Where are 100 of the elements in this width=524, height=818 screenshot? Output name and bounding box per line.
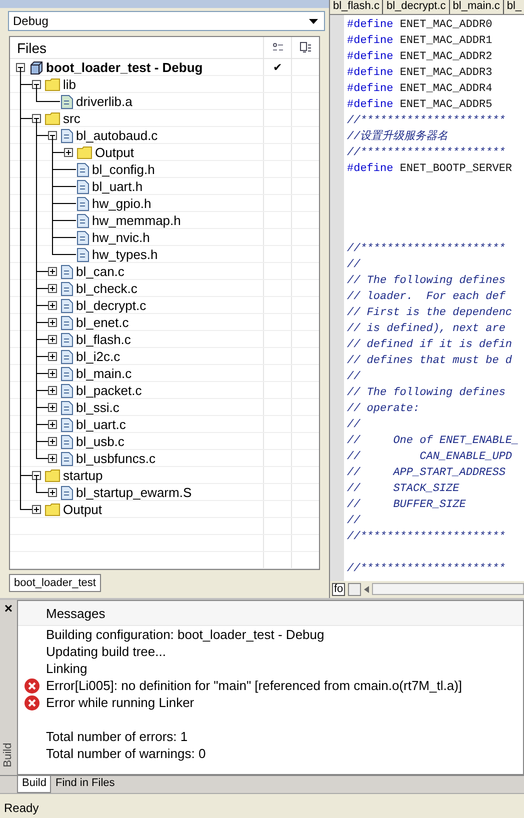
tree-item[interactable]: Output	[95, 145, 134, 160]
code-comment: // loader. For each def	[347, 290, 507, 305]
tree-item[interactable]: bl_flash.c	[76, 332, 131, 347]
file-icon	[77, 180, 89, 194]
tree-item[interactable]: Output	[63, 502, 102, 517]
file-icon	[61, 400, 73, 414]
tree-item[interactable]: driverlib.a	[76, 94, 132, 109]
expand-toggle[interactable]	[48, 284, 57, 293]
scroll-left-icon[interactable]	[364, 586, 370, 592]
file-tab[interactable]: bl_	[504, 0, 524, 14]
tree-item[interactable]: boot_loader_test - Debug	[46, 60, 203, 75]
tree-item[interactable]: bl_packet.c	[76, 383, 142, 398]
caret-icon	[309, 18, 318, 24]
code-comment: //设置升级服务器名	[347, 129, 450, 145]
function-button[interactable]: fo	[332, 582, 346, 596]
tree-item[interactable]: src	[63, 111, 80, 126]
file-icon	[77, 214, 89, 228]
panel-tab[interactable]: Find in Files	[51, 776, 119, 793]
tree-item[interactable]: bl_uart.h	[92, 179, 143, 194]
collapse-toggle[interactable]	[48, 131, 57, 140]
file-tab[interactable]: bl_decrypt.c	[383, 0, 450, 14]
tree-item[interactable]: bl_i2c.c	[76, 349, 120, 364]
folder-icon	[45, 78, 60, 91]
tree-item[interactable]: bl_startup_ewarm.S	[76, 485, 192, 500]
file-tab[interactable]: bl_main.c	[450, 0, 504, 14]
tree-item[interactable]: hw_nvic.h	[92, 230, 150, 245]
code-comment: // First is the dependenc	[347, 306, 514, 321]
column-header: Files	[16, 40, 48, 56]
expand-toggle[interactable]	[48, 403, 57, 412]
folder-icon	[45, 469, 60, 482]
code-comment: // defined if it is defin	[347, 338, 514, 353]
file-icon	[61, 332, 73, 346]
tree-item[interactable]: bl_config.h	[92, 162, 155, 177]
summary-text: Total number of warnings: 0	[46, 746, 206, 761]
build-message[interactable]: Updating build tree...	[46, 644, 166, 659]
panel-label: Build	[2, 742, 14, 768]
expand-toggle[interactable]	[48, 488, 57, 497]
collapse-toggle[interactable]	[32, 471, 41, 480]
file-tab[interactable]: bl_flash.c	[330, 0, 384, 14]
tree-item[interactable]: bl_check.c	[76, 281, 138, 296]
code-comment: //**********************	[347, 114, 506, 129]
build-message[interactable]: Building configuration: boot_loader_test - Debug	[46, 627, 324, 642]
expand-toggle[interactable]	[48, 386, 57, 395]
expand-toggle[interactable]	[48, 369, 57, 378]
expand-toggle[interactable]	[48, 318, 57, 327]
code-comment: //**********************	[347, 146, 506, 161]
toggle-button[interactable]	[348, 582, 362, 596]
code-comment: // One of ENET_ENABLE_	[347, 434, 519, 449]
file-icon	[77, 196, 89, 210]
tree-item[interactable]: bl_can.c	[76, 264, 124, 279]
tree-item[interactable]: bl_usb.c	[76, 434, 124, 449]
tree-item[interactable]: bl_usbfuncs.c	[76, 451, 156, 466]
tree-item[interactable]: bl_main.c	[76, 366, 132, 381]
tree-item[interactable]: hw_types.h	[92, 247, 158, 262]
file-icon	[61, 434, 73, 448]
expand-toggle[interactable]	[48, 454, 57, 463]
close-button[interactable]: ×	[4, 600, 13, 616]
collapse-toggle[interactable]	[32, 80, 41, 89]
code-comment: //**********************	[347, 562, 506, 577]
configuration-dropdown[interactable]: Debug	[8, 11, 325, 31]
tree-item[interactable]: startup	[63, 468, 103, 483]
expand-toggle[interactable]	[32, 505, 41, 514]
expand-toggle[interactable]	[48, 352, 57, 361]
code-comment: // APP_START_ADDRESS	[347, 466, 506, 481]
code-comment: // defines that must be d	[347, 354, 514, 369]
tree-item[interactable]: bl_ssi.c	[76, 400, 120, 415]
collapse-toggle[interactable]	[32, 114, 41, 123]
folder-icon	[45, 503, 60, 516]
expand-toggle[interactable]	[48, 437, 57, 446]
file-icon	[61, 94, 73, 108]
file-icon	[61, 128, 73, 142]
expand-toggle[interactable]	[48, 335, 57, 344]
code-comment: // CAN_ENABLE_UPD	[347, 450, 514, 465]
build-message[interactable]: Error while running Linker	[46, 695, 194, 710]
build-message[interactable]: Error[Li005]: no definition for "main" [referenced from cmain.o(rt7M_tl.a)]	[46, 678, 462, 693]
file-icon	[77, 230, 89, 244]
tree-item[interactable]: hw_memmap.h	[92, 213, 181, 228]
expand-toggle[interactable]	[48, 267, 57, 276]
tree-item[interactable]: bl_enet.c	[76, 315, 129, 330]
tree-item[interactable]: bl_uart.c	[76, 417, 126, 432]
panel-tab[interactable]: Build	[17, 776, 52, 793]
code-comment: //	[347, 514, 362, 529]
tree-item[interactable]: bl_autobaud.c	[76, 128, 158, 143]
file-icon	[61, 366, 73, 380]
horizontal-scrollbar[interactable]	[372, 583, 524, 595]
file-icon	[61, 298, 73, 312]
collapse-toggle[interactable]	[16, 63, 25, 72]
tree-item[interactable]: lib	[63, 77, 76, 92]
expand-toggle[interactable]	[64, 148, 73, 157]
build-message[interactable]: Linking	[46, 661, 88, 676]
file-icon	[61, 350, 73, 364]
status-text: Ready	[4, 800, 39, 814]
tree-item[interactable]: hw_gpio.h	[92, 196, 152, 211]
expand-toggle[interactable]	[48, 301, 57, 310]
tree-item[interactable]: bl_decrypt.c	[76, 298, 146, 313]
workspace-tab[interactable]: boot_loader_test	[9, 574, 101, 592]
code-comment: // operate:	[347, 402, 421, 417]
expand-toggle[interactable]	[48, 420, 57, 429]
file-icon	[61, 282, 73, 296]
file-icon	[61, 486, 73, 500]
